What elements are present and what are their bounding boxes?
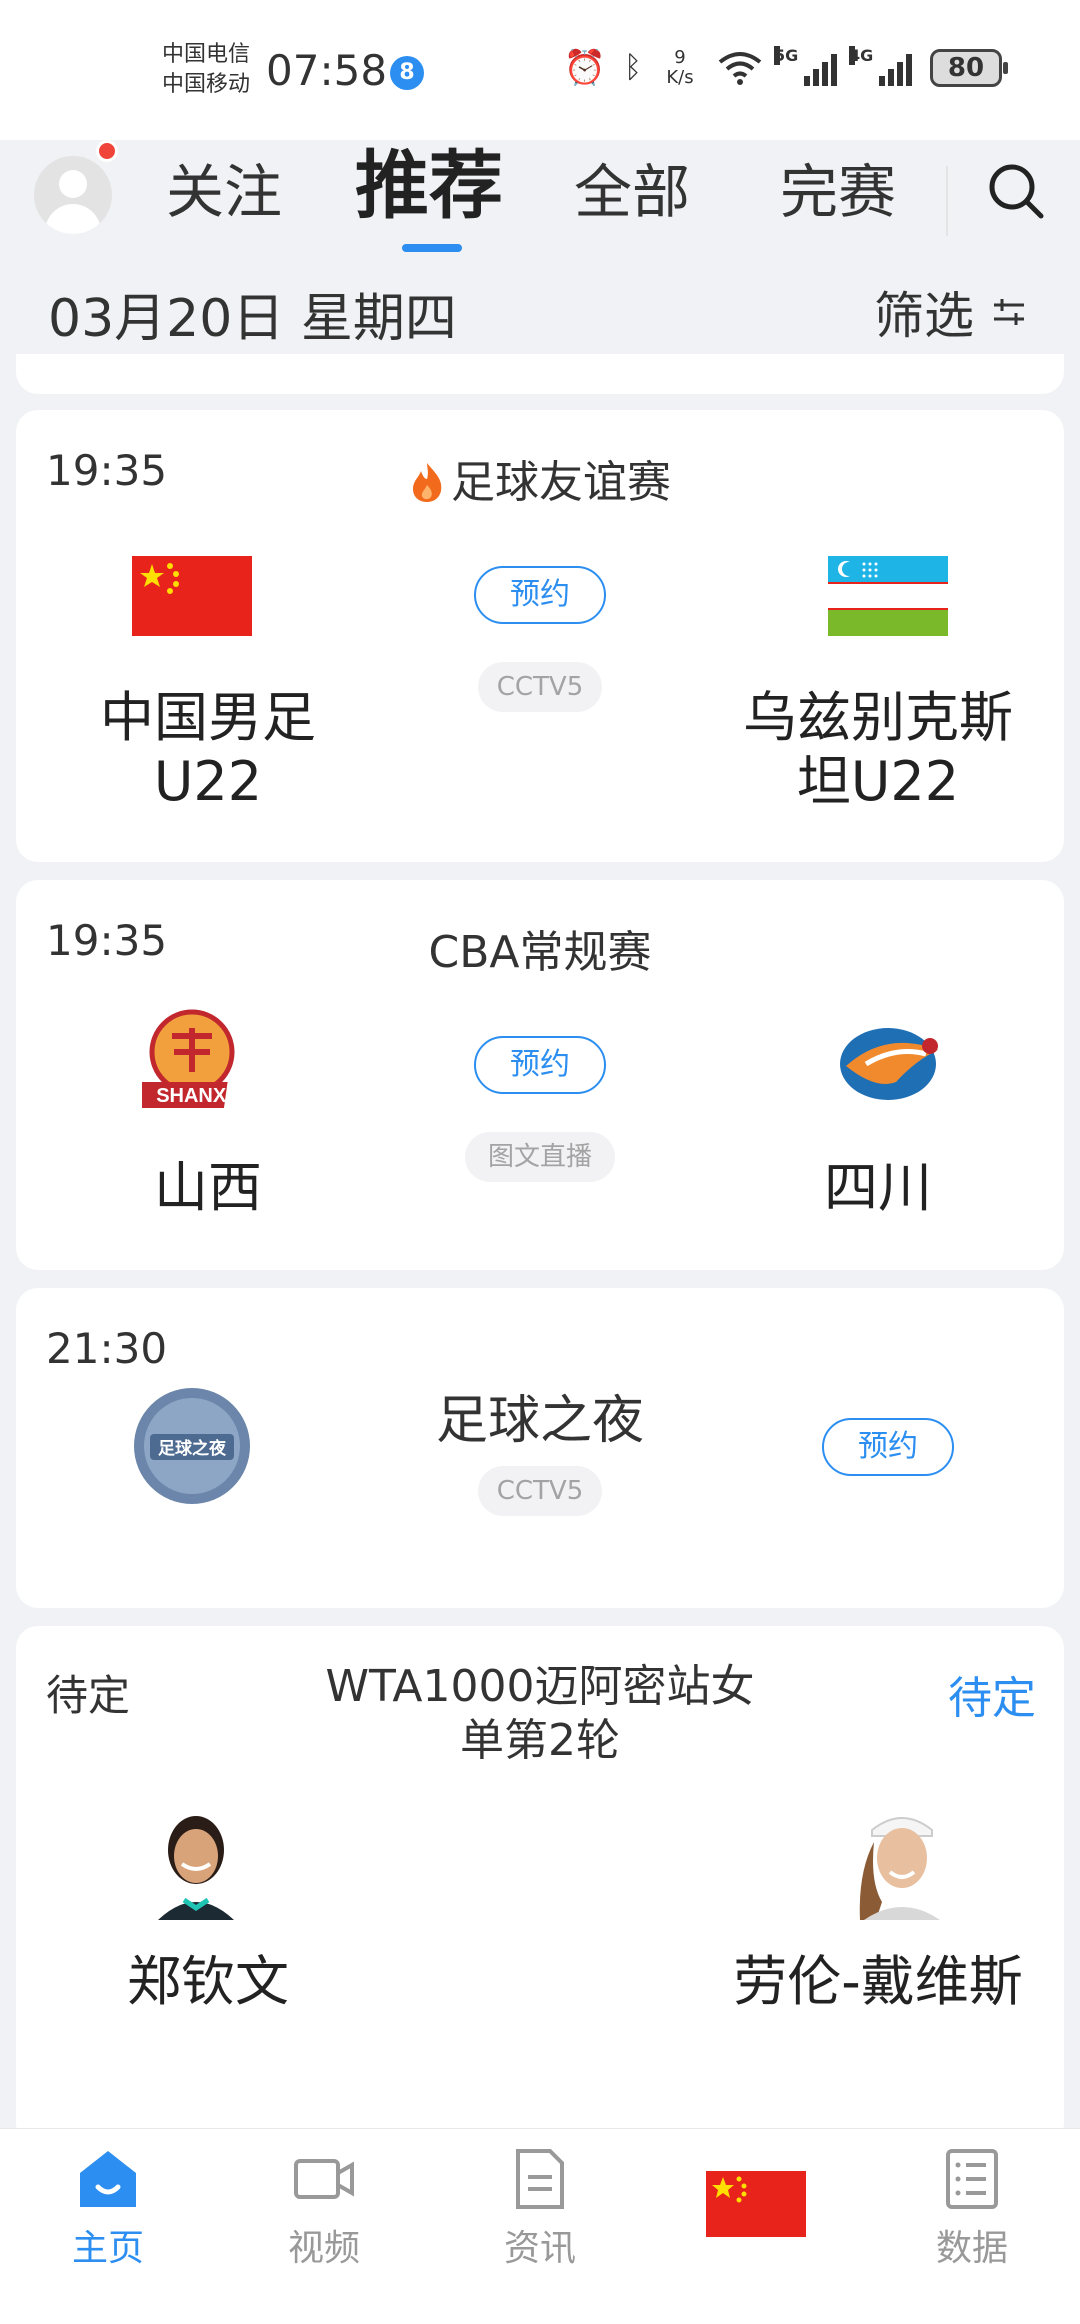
- alarm-icon: ⏰: [563, 48, 606, 88]
- nav-divider: [946, 166, 948, 236]
- player-home-name: 郑钦文: [127, 1950, 289, 2013]
- signal-4g-tag: 4G: [849, 46, 874, 65]
- reserve-button[interactable]: 预约: [474, 1036, 606, 1094]
- video-icon: [294, 2159, 354, 2199]
- news-icon: [516, 2149, 564, 2209]
- wifi-icon: [718, 52, 762, 85]
- channel-badge: CCTV5: [478, 662, 602, 712]
- filter-sliders-icon: [994, 299, 1024, 325]
- bottom-nav-data[interactable]: 数据: [902, 2147, 1042, 2271]
- signal-4g-icon: 4G: [849, 46, 912, 86]
- filter-label: 筛选: [874, 287, 974, 345]
- program-time: 21:30: [46, 1324, 168, 1373]
- status-bar: 中国电信 中国移动 07:58 8 ⏰ ᛒ 9 K/s 5G 4G 80: [0, 0, 1080, 140]
- match-card[interactable]: 待定 WTA1000迈阿密站女单第2轮 待定 郑钦文 劳伦-戴维斯: [16, 1626, 1064, 2146]
- current-date[interactable]: 03月20日 星期四: [48, 276, 457, 351]
- tab-recommended[interactable]: 推荐: [355, 144, 503, 228]
- program-card[interactable]: 21:30 足球之夜 足球之夜 CCTV5 预约: [16, 1288, 1064, 1608]
- battery-icon: 80: [930, 49, 1008, 87]
- match-time: 待定: [46, 1671, 131, 1720]
- china-flag-icon: [132, 556, 252, 636]
- shanxi-logo-text: SHANXI: [156, 1085, 232, 1107]
- bottom-nav-china[interactable]: [686, 2147, 826, 2237]
- reserve-button[interactable]: 预约: [822, 1418, 954, 1476]
- system-icons: ⏰ ᛒ 9 K/s 5G 4G 80: [563, 46, 1008, 88]
- player-away-name: 劳伦-戴维斯: [733, 1950, 1023, 2013]
- league-name: WTA1000迈阿密站女单第2轮: [325, 1661, 755, 1766]
- bottom-nav-video[interactable]: 视频: [254, 2147, 394, 2271]
- match-card[interactable]: 19:35 足球友谊赛 中国男足U22 预约 CCTV5 乌兹别克斯坦U22: [16, 410, 1064, 862]
- filter-button[interactable]: 筛选: [874, 276, 1026, 348]
- bottom-nav-label: 资讯: [503, 2228, 576, 2269]
- active-tab-indicator: [402, 244, 462, 252]
- bottom-nav-news[interactable]: 资讯: [470, 2147, 610, 2271]
- bottom-nav-label: 主页: [71, 2228, 144, 2269]
- net-speed: 9 K/s: [660, 48, 700, 88]
- bottom-nav: 主页 视频 资讯 数据: [0, 2128, 1080, 2324]
- tab-finished[interactable]: 完赛: [780, 150, 896, 234]
- bottom-nav-home[interactable]: 主页: [38, 2147, 178, 2271]
- previous-card-edge: [16, 354, 1064, 394]
- sichuan-team-logo: [840, 1028, 938, 1100]
- away-team-name: 四川: [824, 1156, 932, 1219]
- notification-badge-icon: 8: [390, 56, 424, 90]
- league-name: 足球友谊赛: [16, 446, 1064, 510]
- shanxi-team-logo: SHANXI: [142, 1009, 235, 1108]
- signal-5g-icon: 5G: [774, 46, 837, 86]
- bluetooth-icon: ᛒ: [624, 50, 642, 85]
- match-card[interactable]: 19:35 CBA常规赛 SHANXI 山西 预约 图文直播 四川: [16, 880, 1064, 1270]
- home-team-name: 中国男足U22: [100, 686, 316, 813]
- search-icon[interactable]: [985, 160, 1047, 222]
- signal-5g-tag: 5G: [774, 46, 799, 65]
- data-icon: [946, 2149, 998, 2209]
- channel-badge: CCTV5: [478, 1466, 602, 1516]
- date-bar: 03月20日 星期四 筛选: [0, 262, 1080, 354]
- home-team-name: 山西: [154, 1156, 262, 1219]
- china-flag-icon: [706, 2171, 806, 2237]
- player-avatar: [852, 1802, 952, 1920]
- reserve-button[interactable]: 预约: [474, 566, 606, 624]
- tab-follow[interactable]: 关注: [166, 150, 282, 234]
- channel-badge: 图文直播: [465, 1132, 615, 1182]
- away-team-name: 乌兹别克斯坦U22: [743, 686, 1013, 813]
- carrier-labels: 中国电信 中国移动: [162, 40, 250, 100]
- carrier-2: 中国移动: [162, 72, 251, 97]
- tab-all[interactable]: 全部: [574, 150, 690, 234]
- hot-flame-icon: [413, 463, 442, 502]
- bottom-nav-label: 数据: [935, 2228, 1008, 2269]
- status-clock: 07:58: [266, 46, 388, 95]
- player-avatar: [148, 1804, 244, 1920]
- league-name: CBA常规赛: [428, 927, 652, 978]
- net-speed-value: 9: [674, 47, 686, 68]
- top-tabs: 关注 推荐 全部 完赛: [0, 144, 1080, 250]
- net-speed-unit: K/s: [666, 67, 694, 88]
- match-status: 待定: [948, 1673, 1036, 1724]
- bottom-nav-label: 视频: [287, 2228, 360, 2269]
- carrier-1: 中国电信: [162, 42, 251, 67]
- league-label: 足球友谊赛: [451, 457, 671, 508]
- uzbekistan-flag-icon: [828, 556, 948, 636]
- match-actions: 预约 CCTV5: [390, 566, 690, 712]
- home-icon: [80, 2151, 136, 2207]
- match-actions: 预约 图文直播: [390, 1036, 690, 1182]
